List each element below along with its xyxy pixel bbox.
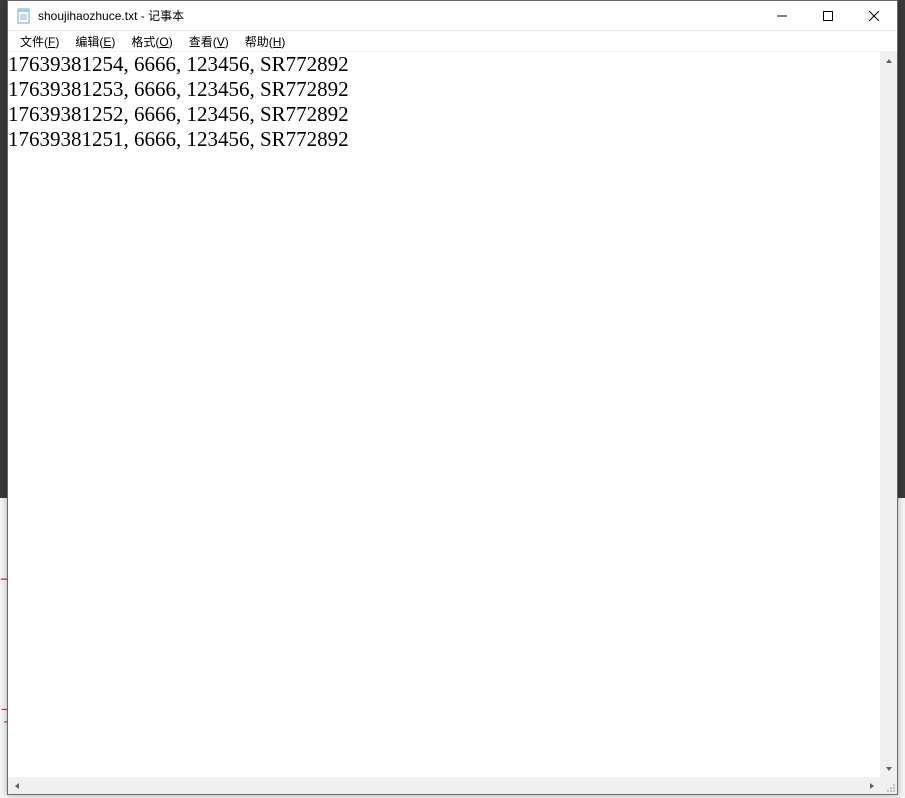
client-area: 17639381254, 6666, 123456, SR772892 1763… — [8, 52, 897, 794]
notepad-window: shoujihaozhuce.txt - 记事本 文件(F) 编辑(E) 格式(… — [7, 0, 898, 795]
text-area[interactable]: 17639381254, 6666, 123456, SR772892 1763… — [8, 52, 897, 794]
vertical-scrollbar[interactable] — [880, 52, 897, 777]
titlebar[interactable]: shoujihaozhuce.txt - 记事本 — [8, 1, 897, 31]
scroll-left-arrow-icon[interactable] — [8, 777, 25, 794]
notepad-icon — [16, 8, 32, 24]
scroll-up-arrow-icon[interactable] — [880, 52, 897, 69]
resize-grip-icon[interactable] — [880, 777, 897, 794]
horizontal-scrollbar[interactable] — [8, 777, 897, 794]
menu-edit[interactable]: 编辑(E) — [67, 31, 123, 52]
scroll-down-arrow-icon[interactable] — [880, 760, 897, 777]
menu-help[interactable]: 帮助(H) — [237, 31, 294, 52]
minimize-button[interactable] — [759, 1, 805, 31]
close-button[interactable] — [851, 1, 897, 31]
text-content[interactable]: 17639381254, 6666, 123456, SR772892 1763… — [8, 52, 880, 777]
maximize-button[interactable] — [805, 1, 851, 31]
window-title: shoujihaozhuce.txt - 记事本 — [38, 7, 184, 24]
menu-format[interactable]: 格式(O) — [123, 31, 180, 52]
menu-file[interactable]: 文件(F) — [12, 31, 67, 52]
scroll-right-arrow-icon[interactable] — [863, 777, 880, 794]
menubar: 文件(F) 编辑(E) 格式(O) 查看(V) 帮助(H) — [8, 31, 897, 52]
menu-view[interactable]: 查看(V) — [181, 31, 237, 52]
